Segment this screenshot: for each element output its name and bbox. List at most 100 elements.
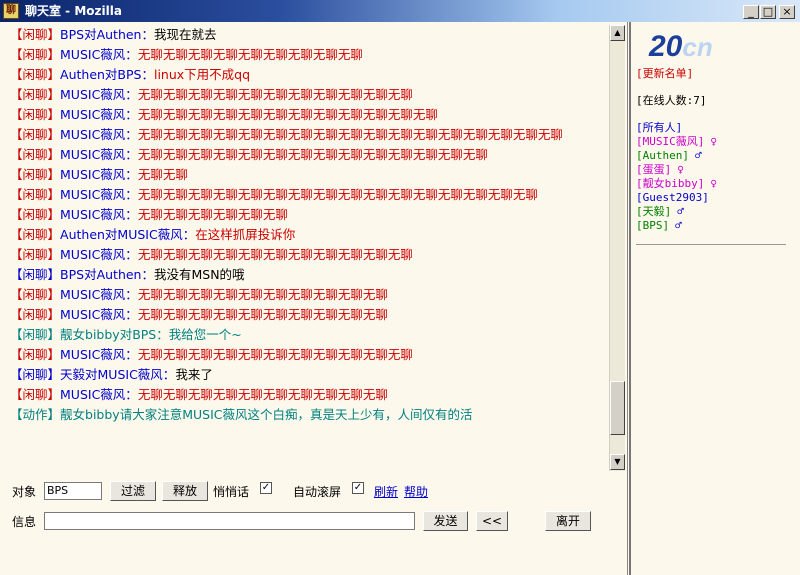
chat-message: 【闲聊】MUSIC薇风：无聊无聊无聊无聊无聊无聊无聊无聊无聊无聊无聊无聊无聊无聊 bbox=[10, 145, 608, 165]
msg-text: 无聊无聊无聊无聊无聊无聊 bbox=[137, 207, 288, 222]
msg-speaker: MUSIC薇风： bbox=[60, 387, 138, 402]
help-link[interactable]: 帮助 bbox=[404, 483, 428, 500]
user-name[interactable]: [Authen] bbox=[636, 149, 689, 162]
chat-message: 【闲聊】MUSIC薇风：无聊无聊无聊无聊无聊无聊无聊无聊无聊 bbox=[10, 45, 608, 65]
msg-tag: 【闲聊】 bbox=[10, 327, 61, 342]
msg-text: 无聊无聊无聊无聊无聊无聊无聊无聊无聊 bbox=[137, 47, 363, 62]
chat-message: 【闲聊】BPS对Authen：我没有MSN的哦 bbox=[10, 265, 608, 285]
title-bar: 聊 聊天室 - Mozilla _ □ × bbox=[0, 0, 800, 22]
user-list-panel: 20cn [更新名单] [在线人数:7] [所有人] [MUSIC薇风] ♀ [Aut… bbox=[629, 22, 800, 575]
msg-speaker: MUSIC薇风： bbox=[60, 47, 138, 62]
refresh-link[interactable]: 刷新 bbox=[374, 483, 398, 500]
chat-message: 【闲聊】MUSIC薇风：无聊无聊无聊无聊无聊无聊无聊无聊无聊无聊无聊无聊 bbox=[10, 105, 608, 125]
msg-tag: 【闲聊】 bbox=[10, 287, 61, 302]
msg-text: 在这样抓屏投诉你 bbox=[195, 227, 296, 242]
msg-text: 无聊无聊无聊无聊无聊无聊无聊无聊无聊无聊无聊无聊 bbox=[137, 107, 438, 122]
msg-speaker: MUSIC薇风： bbox=[60, 107, 138, 122]
msg-text: 我给您一个~ bbox=[168, 327, 242, 342]
back-button[interactable]: << bbox=[476, 511, 508, 531]
user-list-item[interactable]: [Authen] ♂ bbox=[636, 149, 717, 163]
user-list-item[interactable]: [天毅] ♂ bbox=[636, 205, 717, 219]
msg-tag: 【闲聊】 bbox=[10, 387, 61, 402]
release-button[interactable]: 释放 bbox=[162, 481, 208, 501]
msg-text: 我现在就去 bbox=[153, 27, 217, 42]
msg-text: 无聊无聊无聊无聊无聊无聊无聊无聊无聊无聊无聊无聊无聊无聊无聊无聊无聊 bbox=[137, 127, 563, 142]
autoscroll-label: 自动滚屏 bbox=[293, 485, 342, 499]
user-name[interactable]: [BPS] bbox=[636, 219, 669, 232]
autoscroll-checkbox[interactable]: ✓ bbox=[352, 482, 364, 494]
user-name[interactable]: [所有人] bbox=[636, 121, 682, 134]
leave-button[interactable]: 离开 bbox=[545, 511, 591, 531]
msg-speaker: 靓女bibby bbox=[60, 407, 120, 422]
msg-text: 无聊无聊 bbox=[137, 167, 188, 182]
scroll-up-arrow-icon[interactable]: ▲ bbox=[610, 25, 625, 41]
user-name[interactable]: [靓女bibby] bbox=[636, 177, 704, 190]
chat-scrollbar[interactable]: ▲ ▼ bbox=[609, 25, 625, 471]
whisper-checkbox[interactable]: ✓ bbox=[260, 482, 272, 494]
refresh-list-link[interactable]: [更新名单] bbox=[636, 67, 693, 81]
message-label: 信息 bbox=[12, 515, 37, 529]
female-icon: ♀ bbox=[677, 163, 684, 176]
target-label: 对象 bbox=[12, 485, 37, 499]
msg-text: 无聊无聊无聊无聊无聊无聊无聊无聊无聊无聊无聊 bbox=[137, 247, 413, 262]
msg-speaker: 靓女bibby对BPS： bbox=[60, 327, 169, 342]
msg-text: 无聊无聊无聊无聊无聊无聊无聊无聊无聊无聊 bbox=[137, 287, 388, 302]
user-list-item[interactable]: [BPS] ♂ bbox=[636, 219, 717, 233]
male-icon: ♂ bbox=[675, 219, 682, 232]
msg-text: 无聊无聊无聊无聊无聊无聊无聊无聊无聊无聊无聊无聊无聊无聊 bbox=[137, 147, 488, 162]
msg-tag: 【闲聊】 bbox=[10, 107, 61, 122]
minimize-button[interactable]: _ bbox=[743, 5, 759, 19]
msg-speaker: BPS对Authen： bbox=[60, 267, 154, 282]
msg-text: 我来了 bbox=[175, 367, 213, 382]
msg-speaker: MUSIC薇风： bbox=[60, 207, 138, 222]
msg-speaker: MUSIC薇风： bbox=[60, 187, 138, 202]
message-input[interactable] bbox=[44, 512, 415, 530]
user-list-item[interactable]: [蛋蛋] ♀ bbox=[636, 163, 717, 177]
msg-text: 无聊无聊无聊无聊无聊无聊无聊无聊无聊无聊无聊 bbox=[137, 347, 413, 362]
msg-tag: 【闲聊】 bbox=[10, 47, 61, 62]
msg-tag: 【闲聊】 bbox=[10, 307, 61, 322]
male-icon: ♂ bbox=[694, 149, 702, 162]
maximize-button[interactable]: □ bbox=[760, 5, 776, 19]
send-button[interactable]: 发送 bbox=[423, 511, 468, 531]
msg-speaker: 天毅对MUSIC薇风： bbox=[60, 367, 176, 382]
scroll-down-arrow-icon[interactable]: ▼ bbox=[610, 454, 625, 470]
chat-message: 【闲聊】MUSIC薇风：无聊无聊 bbox=[10, 165, 608, 185]
user-list-item[interactable]: [靓女bibby] ♀ bbox=[636, 177, 717, 191]
user-name[interactable]: [天毅] bbox=[636, 205, 671, 218]
filter-button[interactable]: 过滤 bbox=[110, 481, 156, 501]
chat-message: 【闲聊】MUSIC薇风：无聊无聊无聊无聊无聊无聊无聊无聊无聊无聊 bbox=[10, 385, 608, 405]
msg-text: 无聊无聊无聊无聊无聊无聊无聊无聊无聊无聊 bbox=[137, 307, 388, 322]
chat-message: 【闲聊】MUSIC薇风：无聊无聊无聊无聊无聊无聊无聊无聊无聊无聊 bbox=[10, 305, 608, 325]
user-list-item[interactable]: [Guest2903] bbox=[636, 191, 717, 205]
msg-tag: 【动作】 bbox=[10, 407, 61, 422]
whisper-label: 悄悄话 bbox=[213, 485, 250, 499]
scroll-thumb[interactable] bbox=[610, 381, 625, 435]
msg-tag: 【闲聊】 bbox=[10, 187, 61, 202]
site-logo: 20cn bbox=[649, 30, 713, 63]
female-icon: ♀ bbox=[710, 135, 717, 148]
chat-messages: 【闲聊】BPS对Authen：我现在就去 【闲聊】MUSIC薇风：无聊无聊无聊无聊… bbox=[10, 25, 608, 471]
user-list-item[interactable]: [MUSIC薇风] ♀ bbox=[636, 135, 717, 149]
user-list-item[interactable]: [所有人] bbox=[636, 121, 717, 135]
user-name[interactable]: [MUSIC薇风] bbox=[636, 135, 704, 148]
msg-tag: 【闲聊】 bbox=[10, 127, 61, 142]
chat-message: 【闲聊】靓女bibby对BPS：我给您一个~ bbox=[10, 325, 608, 345]
chat-message: 【动作】靓女bibby请大家注意MUSIC薇风这个白痴，真是天上少有，人间仅有的… bbox=[10, 405, 608, 425]
close-button[interactable]: × bbox=[779, 5, 795, 19]
msg-tag: 【闲聊】 bbox=[10, 167, 61, 182]
divider bbox=[636, 244, 786, 245]
msg-speaker: MUSIC薇风： bbox=[60, 127, 138, 142]
msg-text: 无聊无聊无聊无聊无聊无聊无聊无聊无聊无聊 bbox=[137, 387, 388, 402]
female-icon: ♀ bbox=[710, 177, 717, 190]
chat-message: 【闲聊】MUSIC薇风：无聊无聊无聊无聊无聊无聊无聊无聊无聊无聊无聊 bbox=[10, 85, 608, 105]
msg-text: linux下用不成qq bbox=[153, 67, 251, 82]
msg-text: 无聊无聊无聊无聊无聊无聊无聊无聊无聊无聊无聊 bbox=[137, 87, 413, 102]
user-name[interactable]: [蛋蛋] bbox=[636, 163, 671, 176]
msg-tag: 【闲聊】 bbox=[10, 207, 61, 222]
msg-speaker: MUSIC薇风： bbox=[60, 307, 138, 322]
msg-speaker: MUSIC薇风： bbox=[60, 287, 138, 302]
msg-tag: 【闲聊】 bbox=[10, 87, 61, 102]
target-input[interactable]: BPS bbox=[44, 482, 102, 500]
user-name[interactable]: [Guest2903] bbox=[636, 191, 709, 204]
